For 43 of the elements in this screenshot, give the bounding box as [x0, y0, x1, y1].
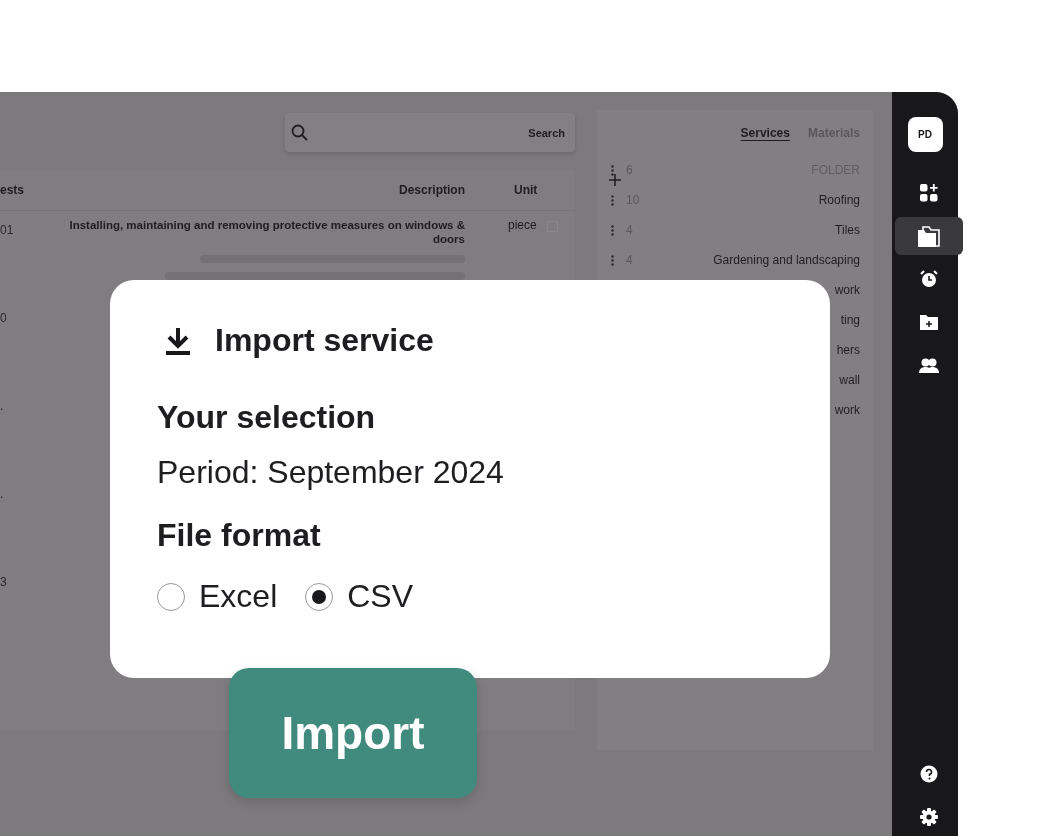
drag-handle-icon[interactable] [611, 254, 614, 266]
folder-item[interactable]: work [834, 283, 860, 297]
sidebar-button[interactable] [895, 217, 963, 255]
column-header: Unit [513, 183, 539, 197]
drag-handle-icon[interactable] [611, 194, 614, 206]
download-icon [163, 325, 193, 356]
folder-item[interactable]: Roofing [818, 193, 860, 207]
grid-plus-icon [920, 184, 938, 202]
table-cell-text: . [0, 486, 5, 503]
table-cell: piece [508, 218, 537, 232]
table-cell-text: 0 [0, 310, 8, 327]
plus-icon[interactable] [609, 174, 621, 186]
section-heading: Your selection [157, 399, 377, 436]
folder-item[interactable]: Tiles [835, 223, 860, 237]
table-cell-text: 3 [0, 574, 8, 591]
settings-icon [920, 808, 938, 826]
folder-item[interactable]: work [834, 403, 860, 417]
folder-item[interactable]: Gardening and landscaping [713, 253, 860, 267]
table-cell-text: . [0, 398, 5, 415]
search-icon [291, 123, 309, 142]
drag-handle-icon[interactable] [611, 224, 614, 236]
folder-item[interactable]: wall [839, 373, 860, 387]
folder-item[interactable]: ting [840, 313, 860, 327]
table-cell-text: 01 [0, 222, 15, 239]
table-cell-text: Installing, maintaining and removing protective measures on windows & doors [68, 218, 465, 246]
avatar[interactable]: PD [907, 117, 943, 152]
column-header: Description [398, 183, 465, 197]
help-icon [920, 765, 938, 783]
folder-plus-icon [920, 314, 938, 330]
users-icon [919, 357, 939, 373]
radio-label[interactable]: Excel [199, 578, 278, 615]
column-header: ests [0, 183, 26, 197]
section-heading: File format [157, 517, 322, 554]
folder-icon [917, 225, 941, 247]
drag-handle-icon[interactable] [611, 164, 614, 176]
import-button[interactable]: Import [229, 668, 477, 798]
dialog-title: Import service [215, 322, 434, 359]
radio-label[interactable]: CSV [347, 578, 414, 615]
selection-text: Period: September 2024 [157, 454, 505, 491]
search-field[interactable]: Search [285, 113, 575, 152]
tab[interactable]: Services [740, 125, 790, 140]
alarm-clock-icon [920, 270, 938, 288]
folder-item[interactable]: hers [836, 343, 860, 357]
